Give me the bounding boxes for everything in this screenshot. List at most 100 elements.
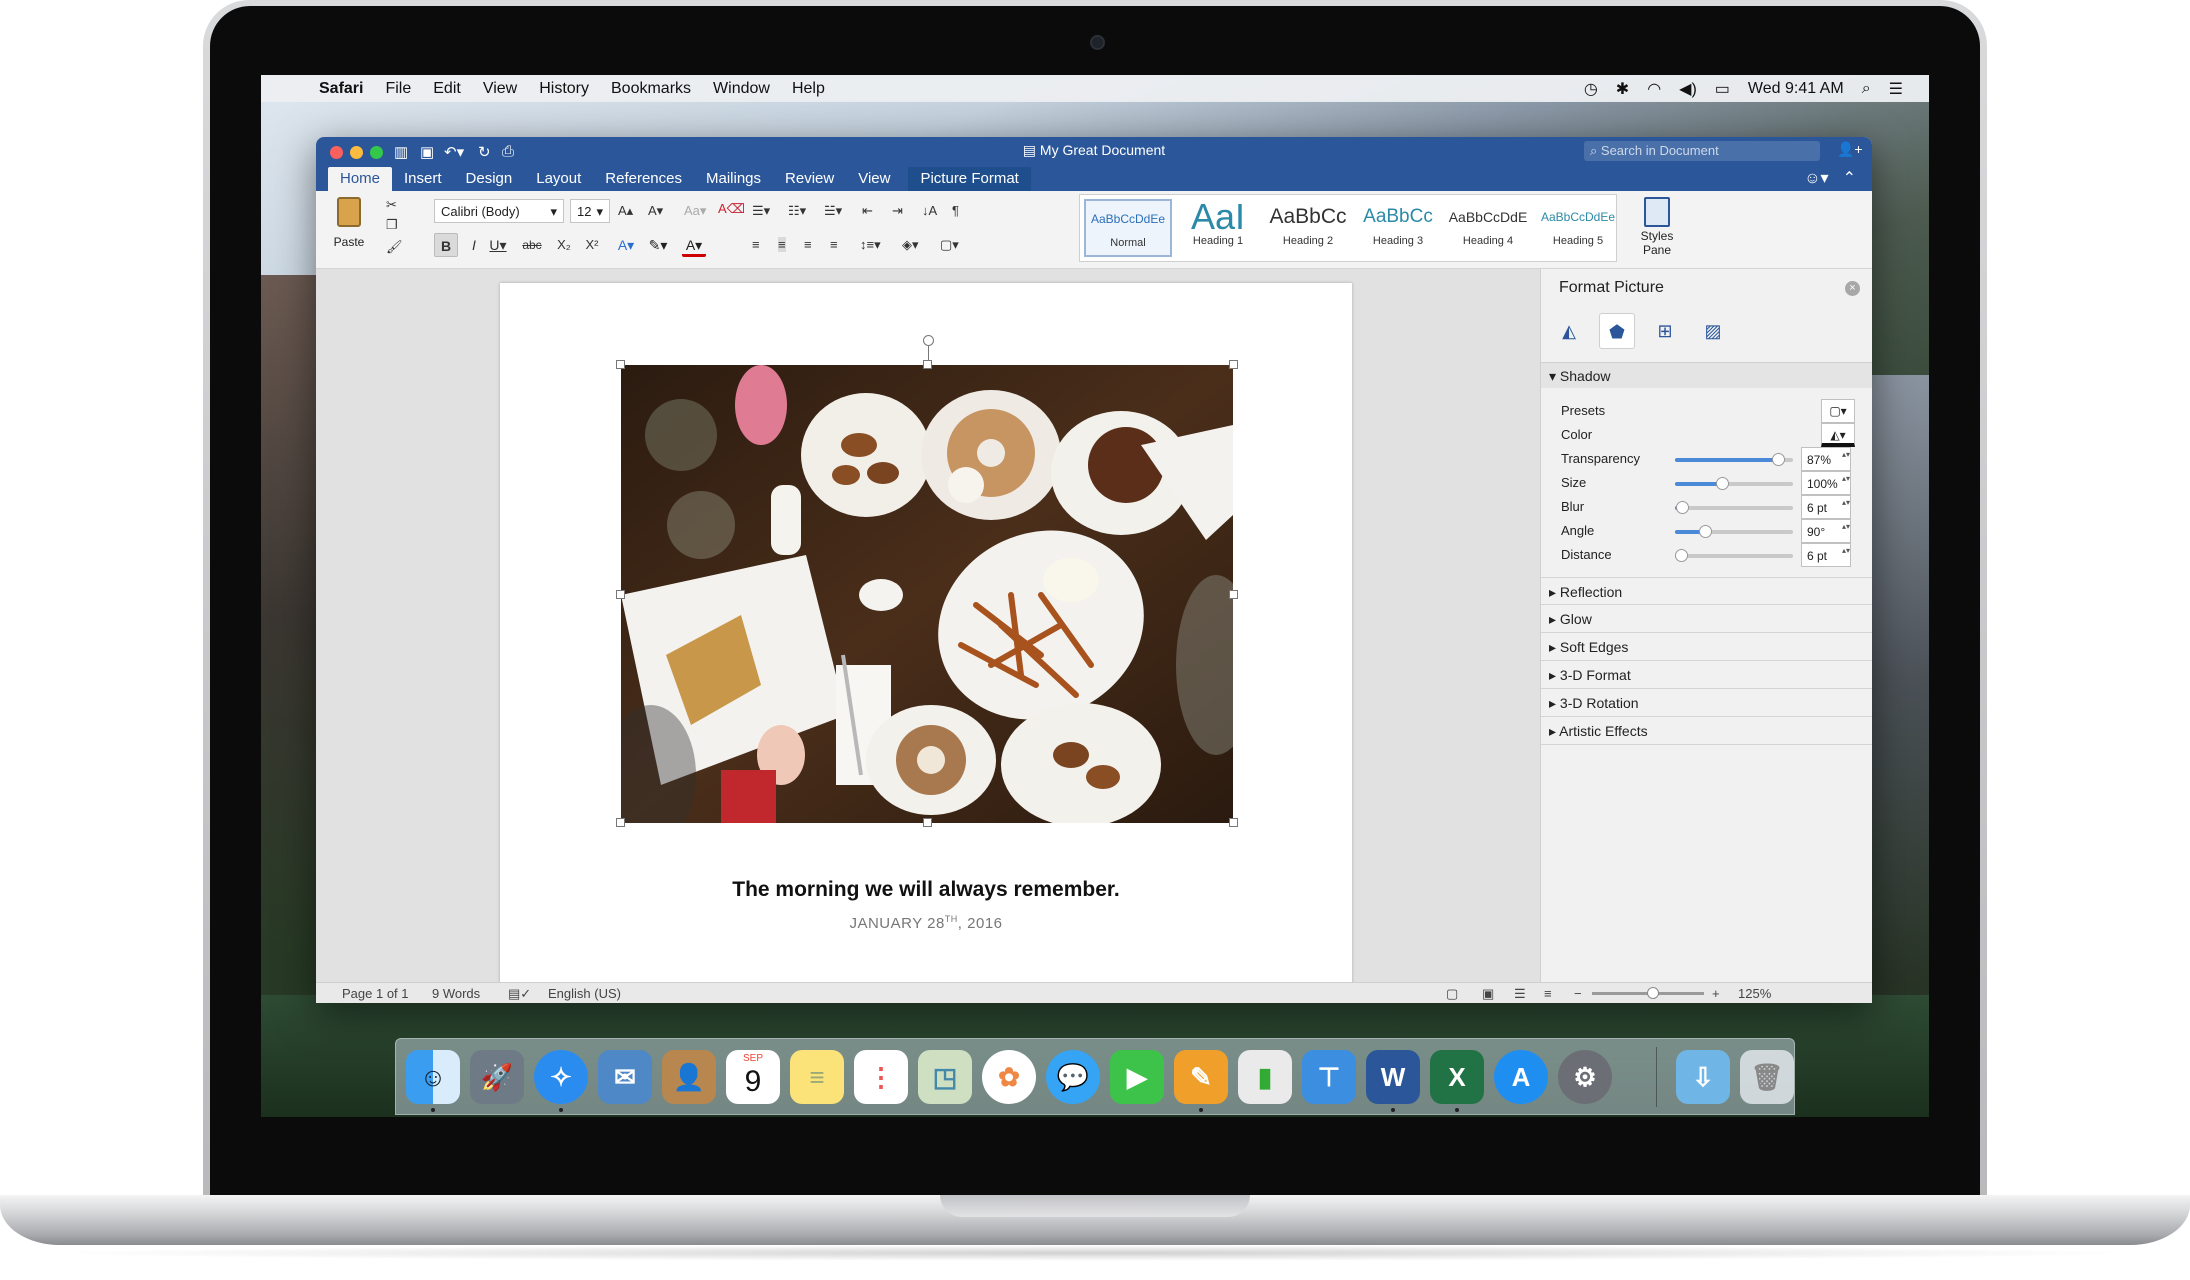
time-machine-icon[interactable]: ◷ xyxy=(1584,79,1598,99)
highlight-color-button[interactable]: ✎▾ xyxy=(646,233,670,257)
style-heading-3[interactable]: AaBbCc Heading 3 xyxy=(1354,199,1442,257)
fill-line-tab-icon[interactable]: ◭ xyxy=(1551,313,1587,349)
blur-stepper[interactable]: 6 pt xyxy=(1801,495,1851,519)
show-formatting-icon[interactable]: ¶ xyxy=(952,203,959,218)
wifi-icon[interactable]: ◠ xyxy=(1647,79,1661,99)
tab-picture-format[interactable]: Picture Format xyxy=(908,167,1031,191)
borders-icon[interactable]: ▢▾ xyxy=(940,237,959,253)
resize-handle-e[interactable] xyxy=(1229,590,1238,599)
spotlight-search-icon[interactable]: ⌕ xyxy=(1862,80,1871,98)
menu-file[interactable]: File xyxy=(385,80,411,98)
shadow-color-dropdown[interactable]: ◭▾ xyxy=(1821,423,1855,447)
word-count[interactable]: 9 Words xyxy=(432,986,480,1001)
shrink-font-icon[interactable]: A▾ xyxy=(648,203,663,219)
cut-icon[interactable]: ✂ xyxy=(386,197,397,213)
superscript-button[interactable]: X² xyxy=(580,233,604,257)
angle-slider[interactable] xyxy=(1675,525,1793,538)
numbers-icon[interactable]: ▮ xyxy=(1238,1050,1292,1104)
3d-rotation-section[interactable]: ▸ 3-D Rotation xyxy=(1541,689,1872,717)
menu-edit[interactable]: Edit xyxy=(433,80,461,98)
mail-icon[interactable]: ✉ xyxy=(598,1050,652,1104)
zoom-slider[interactable] xyxy=(1592,987,1704,999)
pages-icon[interactable]: ✎ xyxy=(1174,1050,1228,1104)
align-left-icon[interactable]: ≡ xyxy=(752,237,760,252)
proofing-icon[interactable]: ▤✓ xyxy=(508,986,531,1002)
effects-tab-icon[interactable]: ⬟ xyxy=(1599,313,1635,349)
tab-layout[interactable]: Layout xyxy=(524,167,593,191)
downloads-folder-icon[interactable]: ⇩ xyxy=(1676,1050,1730,1104)
copy-icon[interactable]: ❐ xyxy=(386,217,398,233)
share-add-people-icon[interactable]: 👤+ xyxy=(1837,141,1863,158)
finder-icon[interactable]: ☺ xyxy=(406,1050,460,1104)
tab-design[interactable]: Design xyxy=(454,167,525,191)
style-normal[interactable]: AaBbCcDdEe Normal xyxy=(1084,199,1172,257)
menu-safari[interactable]: Safari xyxy=(319,80,363,98)
text-effects-button[interactable]: A▾ xyxy=(614,233,638,257)
styles-pane-button[interactable]: Styles Pane xyxy=(1632,197,1682,257)
smiley-feedback-icon[interactable]: ☺▾ xyxy=(1804,168,1828,188)
slider-knob[interactable] xyxy=(1716,477,1729,490)
rotate-handle[interactable] xyxy=(923,335,934,346)
menu-view[interactable]: View xyxy=(483,80,517,98)
draft-view-icon[interactable]: ≡ xyxy=(1544,986,1552,1001)
size-stepper[interactable]: 100% xyxy=(1801,471,1851,495)
maps-icon[interactable]: ◳ xyxy=(918,1050,972,1104)
resize-handle-w[interactable] xyxy=(616,590,625,599)
font-name-select[interactable]: Calibri (Body) ▾ xyxy=(434,199,564,223)
bullets-icon[interactable]: ☰▾ xyxy=(752,203,770,219)
reflection-section[interactable]: ▸ Reflection xyxy=(1541,577,1872,605)
resize-handle-nw[interactable] xyxy=(616,360,625,369)
italic-button[interactable]: I xyxy=(462,233,486,257)
slider-knob[interactable] xyxy=(1699,525,1712,538)
bluetooth-icon[interactable]: ✱ xyxy=(1616,79,1629,99)
tab-review[interactable]: Review xyxy=(773,167,846,191)
soft-edges-section[interactable]: ▸ Soft Edges xyxy=(1541,633,1872,661)
angle-stepper[interactable]: 90° xyxy=(1801,519,1851,543)
close-icon[interactable]: × xyxy=(1845,281,1860,296)
slider-knob[interactable] xyxy=(1772,453,1785,466)
layout-properties-tab-icon[interactable]: ⊞ xyxy=(1647,313,1683,349)
print-layout-view-icon[interactable]: ▢ xyxy=(1446,986,1458,1002)
style-heading-5[interactable]: AaBbCcDdEe Heading 5 xyxy=(1534,199,1622,257)
subscript-button[interactable]: X₂ xyxy=(552,233,576,257)
style-heading-2[interactable]: AaBbCc Heading 2 xyxy=(1264,199,1352,257)
sort-icon[interactable]: ↓A xyxy=(922,203,937,218)
format-painter-icon[interactable]: 🖌 xyxy=(386,239,403,255)
picture-tab-icon[interactable]: ▨ xyxy=(1695,313,1731,349)
word-icon[interactable]: W xyxy=(1366,1050,1420,1104)
slider-knob[interactable] xyxy=(1676,501,1689,514)
safari-icon[interactable]: ✧ xyxy=(534,1050,588,1104)
menu-window[interactable]: Window xyxy=(713,80,770,98)
app-store-icon[interactable]: A xyxy=(1494,1050,1548,1104)
clear-formatting-icon[interactable]: A⌫ xyxy=(718,201,745,217)
strikethrough-button[interactable]: abc xyxy=(520,233,544,257)
photos-icon[interactable]: ✿ xyxy=(982,1050,1036,1104)
messages-icon[interactable]: 💬 xyxy=(1046,1050,1100,1104)
keynote-icon[interactable]: ⊤ xyxy=(1302,1050,1356,1104)
shading-icon[interactable]: ◈▾ xyxy=(902,237,919,253)
resize-handle-n[interactable] xyxy=(923,360,932,369)
font-size-select[interactable]: 12 ▾ xyxy=(570,199,610,223)
numbering-icon[interactable]: ☷▾ xyxy=(788,203,806,219)
outline-view-icon[interactable]: ☰ xyxy=(1514,986,1526,1002)
excel-icon[interactable]: X xyxy=(1430,1050,1484,1104)
document-page[interactable]: The morning we will always remember. JAN… xyxy=(500,283,1352,993)
tab-references[interactable]: References xyxy=(593,167,694,191)
presets-dropdown[interactable]: ▢▾ xyxy=(1821,399,1855,423)
tab-insert[interactable]: Insert xyxy=(392,167,454,191)
photo-caption[interactable]: The morning we will always remember. xyxy=(500,878,1352,902)
style-heading-1[interactable]: AaI Heading 1 xyxy=(1174,199,1262,257)
system-preferences-icon[interactable]: ⚙ xyxy=(1558,1050,1612,1104)
web-layout-view-icon[interactable]: ▣ xyxy=(1482,986,1494,1002)
zoom-slider-knob[interactable] xyxy=(1647,987,1659,999)
trash-icon[interactable]: 🗑 xyxy=(1740,1050,1794,1104)
photo-date[interactable]: JANUARY 28TH, 2016 xyxy=(500,914,1352,932)
shadow-section-header[interactable]: ▾ Shadow xyxy=(1541,362,1872,388)
grow-font-icon[interactable]: A▴ xyxy=(618,203,633,219)
tab-view[interactable]: View xyxy=(846,167,902,191)
reminders-icon[interactable]: ⋮ xyxy=(854,1050,908,1104)
zoom-in-icon[interactable]: + xyxy=(1712,986,1720,1001)
notification-center-icon[interactable]: ☰ xyxy=(1889,79,1903,99)
size-slider[interactable] xyxy=(1675,477,1793,490)
font-color-button[interactable]: A▾ xyxy=(682,233,706,257)
